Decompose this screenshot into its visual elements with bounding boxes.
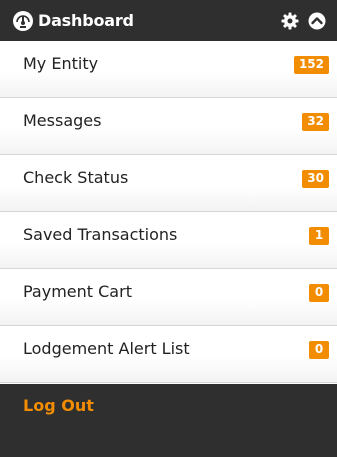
menu-item-lodgement-alert-list[interactable]: Lodgement Alert List 0 (0, 326, 337, 383)
menu-item-label: My Entity (23, 54, 99, 73)
menu-item-label: Payment Cart (23, 282, 132, 301)
count-badge: 32 (302, 113, 329, 131)
count-badge: 0 (309, 341, 329, 359)
logout-link[interactable]: Log Out (23, 396, 94, 415)
menu-item-saved-transactions[interactable]: Saved Transactions 1 (0, 212, 337, 269)
count-badge: 0 (309, 284, 329, 302)
count-badge: 30 (302, 170, 329, 188)
dashboard-header: Dashboard (0, 0, 337, 41)
gear-icon[interactable] (281, 12, 299, 30)
menu-item-messages[interactable]: Messages 32 (0, 98, 337, 155)
menu-item-payment-cart[interactable]: Payment Cart 0 (0, 269, 337, 326)
menu-item-label: Check Status (23, 168, 129, 187)
collapse-icon[interactable] (308, 12, 326, 30)
gauge-icon (12, 10, 34, 32)
count-badge: 152 (293, 56, 329, 74)
header-title: Dashboard (38, 11, 134, 30)
dashboard-footer: Log Out (0, 384, 337, 457)
menu-item-label: Saved Transactions (23, 225, 178, 244)
count-badge: 1 (309, 227, 329, 245)
menu-item-label: Lodgement Alert List (23, 339, 190, 358)
menu-item-check-status[interactable]: Check Status 30 (0, 155, 337, 212)
menu-item-my-entity[interactable]: My Entity 152 (0, 41, 337, 98)
menu-item-label: Messages (23, 111, 102, 130)
dashboard-menu: My Entity 152 Messages 32 Check Status 3… (0, 41, 337, 383)
dashboard-panel: Dashboard My Entity 152 Messages 32 Chec… (0, 0, 337, 457)
